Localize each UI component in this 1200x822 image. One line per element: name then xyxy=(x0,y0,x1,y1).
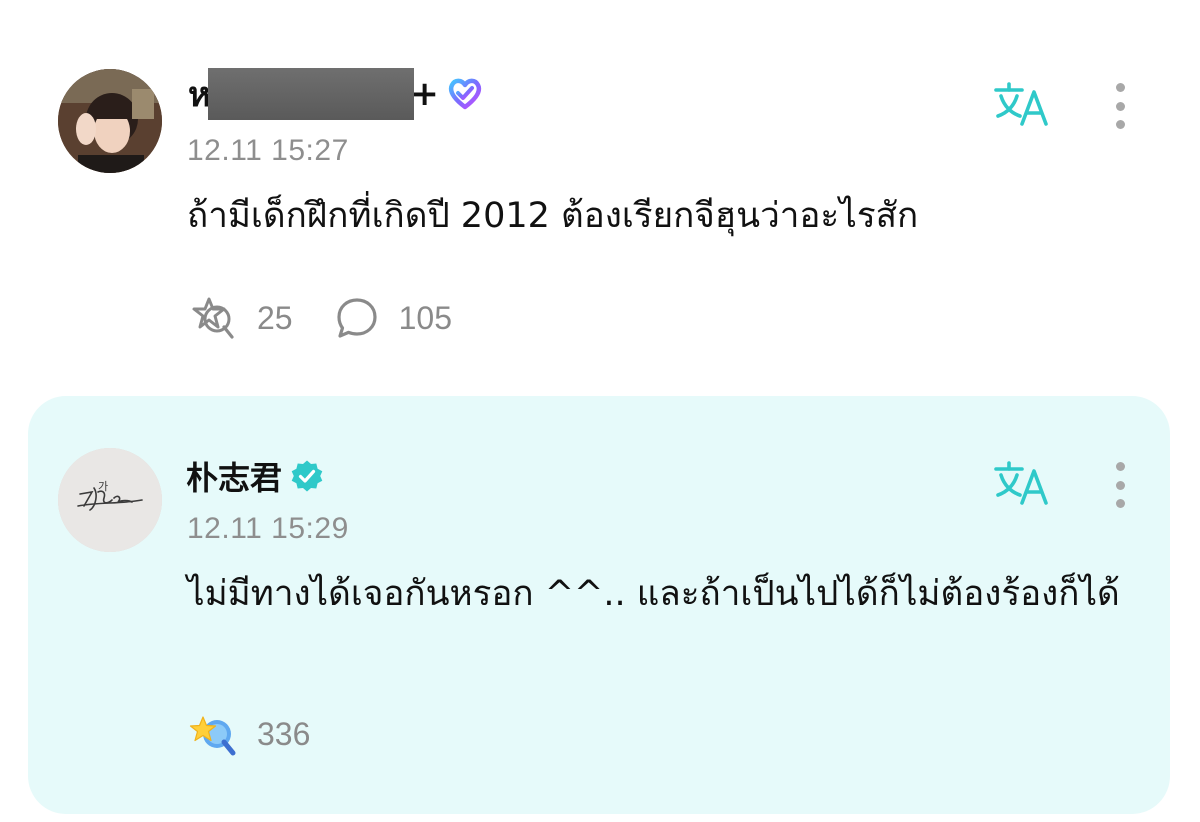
like-sticker-icon xyxy=(192,297,234,339)
post-actions: 25 105 xyxy=(187,292,452,344)
post: ห + 12.11 15:27 ถ้ามีเด็กฝึกที่เกิดปี 20… xyxy=(0,0,1200,380)
reply-more-button[interactable] xyxy=(1105,462,1135,508)
translate-icon xyxy=(994,461,1048,505)
post-text: ถ้ามีเด็กฝึกที่เกิดปี 2012 ต้องเรียกจีฮุ… xyxy=(187,196,919,236)
reply-text: ไม่มีทางได้เจอกันหรอก ^^.. และถ้าเป็นไปไ… xyxy=(187,574,1120,614)
post-author-name-row[interactable]: ห + xyxy=(188,66,485,122)
reply-actions: 336 xyxy=(187,708,310,760)
reply-author-avatar[interactable]: 가 xyxy=(58,448,162,552)
reply-translate-button[interactable] xyxy=(992,457,1052,509)
artist-reply-card: 가 朴志君 12.11 15:29 ไม่มีทางได้เจอกันหรอก … xyxy=(28,396,1170,814)
redacted-author-name xyxy=(208,68,415,120)
post-more-button[interactable] xyxy=(1105,83,1135,129)
comment-bubble-icon xyxy=(336,298,377,338)
reply-like-button[interactable]: 336 xyxy=(187,709,310,759)
post-timestamp: 12.11 15:27 xyxy=(187,134,349,167)
reply-author-name-row[interactable]: 朴志君 xyxy=(186,452,324,500)
post-like-count: 25 xyxy=(257,299,293,336)
verified-gradient-badge-icon xyxy=(445,74,485,114)
reply-like-count: 336 xyxy=(257,715,311,752)
verified-check-badge-icon xyxy=(290,459,324,493)
signature-avatar-image: 가 xyxy=(58,448,162,552)
translate-icon xyxy=(994,82,1048,126)
more-vertical-icon xyxy=(1115,462,1125,471)
svg-text:가: 가 xyxy=(98,480,108,493)
post-comment-count: 105 xyxy=(398,299,452,336)
post-author-avatar[interactable] xyxy=(58,69,162,173)
post-author-name-lead: ห xyxy=(188,75,211,115)
reply-author-name: 朴志君 xyxy=(186,459,283,497)
post-translate-button[interactable] xyxy=(992,78,1052,130)
reply-timestamp: 12.11 15:29 xyxy=(187,512,349,545)
post-like-button[interactable]: 25 xyxy=(187,293,293,343)
post-comment-button[interactable]: 105 xyxy=(333,294,452,342)
avatar-photo xyxy=(58,69,162,173)
post-author-name-trail: + xyxy=(410,74,439,114)
like-sticker-icon xyxy=(189,716,236,756)
more-vertical-icon xyxy=(1115,83,1125,92)
